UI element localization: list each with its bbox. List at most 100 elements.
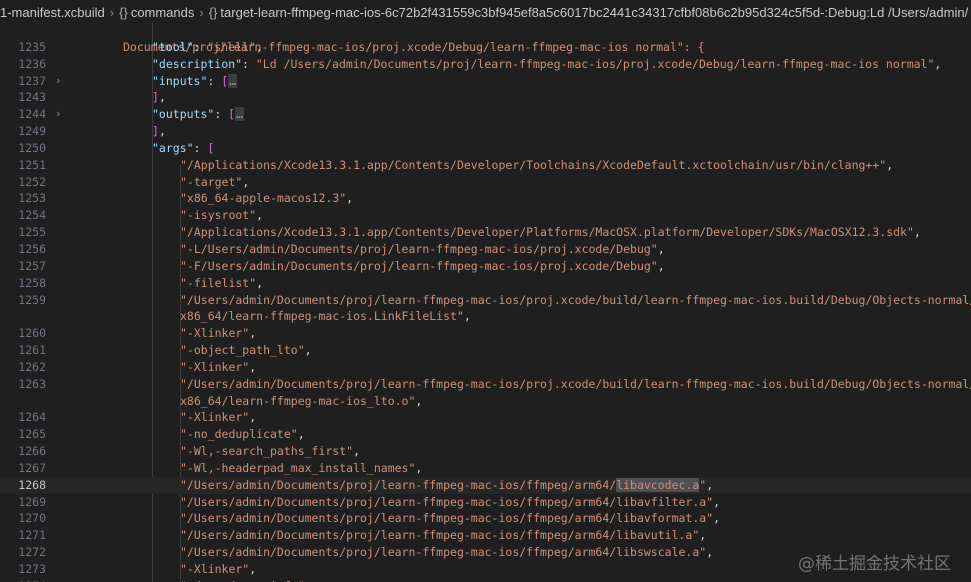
code-line: 1269 "/Users/admin/Documents/proj/learn-f…	[0, 494, 971, 511]
comma: ,	[706, 477, 714, 492]
line-content: ],	[152, 89, 166, 106]
chevron-right-icon[interactable]: ›	[55, 106, 62, 123]
comma: ,	[657, 258, 665, 273]
line-number: 1255	[18, 225, 46, 240]
colon: :	[193, 140, 208, 155]
line-number: 1262	[18, 359, 46, 374]
line-number: 1258	[18, 275, 46, 290]
code-line: 1237 › "inputs": […	[0, 73, 971, 90]
collapsed-ellipsis[interactable]: …	[228, 73, 238, 88]
line-number: 1259	[18, 292, 46, 307]
line-number: 1267	[18, 460, 46, 475]
object-icon: {}	[208, 5, 218, 20]
json-string: "/Users/admin/Documents/proj/learn-ffmpe…	[180, 376, 971, 391]
line-number: 1271	[18, 528, 46, 543]
line-content: "/Users/admin/Documents/proj/learn-ffmpe…	[180, 477, 713, 494]
line-number: 1243	[18, 90, 46, 105]
json-string: "/Users/admin/Documents/proj/learn-ffmpe…	[180, 545, 707, 560]
line-content: "x86_64-apple-macos12.3",	[180, 190, 353, 207]
line-content: "-no_deduplicate",	[180, 426, 305, 443]
line-number: 1250	[18, 140, 46, 155]
line-content: "/Users/admin/Documents/proj/learn-ffmpe…	[180, 494, 720, 511]
comma: ,	[706, 545, 714, 560]
line-number: 1249	[18, 124, 46, 139]
code-editor[interactable]: 1-manifest.xcbuild ›{} commands ›{} target-l…	[0, 0, 971, 582]
line-content: "-Wl,-headerpad_max_install_names",	[180, 460, 422, 477]
comma: ,	[713, 494, 721, 509]
json-string: "-filelist"	[180, 275, 257, 290]
line-content: "-L/Users/admin/Documents/proj/learn-ffm…	[180, 241, 665, 258]
comma: ,	[463, 309, 471, 324]
json-string: "Ld /Users/admin/Documents/proj/learn-ff…	[255, 56, 935, 71]
code-line: 1236 "description": "Ld /Users/admin/Docu…	[0, 56, 971, 73]
code-line: Documents/proj/learn-ffmpeg-mac-ios/proj…	[0, 22, 971, 54]
line-number: 1274	[0, 578, 46, 582]
line-content: "-object_path_lto",	[180, 342, 312, 359]
line-content: "/Users/admin/Documents/proj/learn-ffmpe…	[180, 292, 971, 309]
json-key: "tool"	[152, 39, 194, 54]
comma: ,	[158, 90, 166, 105]
json-string: "-Wl,-headerpad_max_install_names"	[180, 460, 416, 475]
json-key: "inputs"	[152, 73, 208, 88]
breadcrumb-commands[interactable]: commands	[131, 5, 195, 20]
line-number: 1235	[18, 39, 46, 54]
code-line: 1258 "-filelist",	[0, 275, 971, 292]
code-line: 1256 "-L/Users/admin/Documents/proj/learn…	[0, 241, 971, 258]
code-line: 1271 "/Users/admin/Documents/proj/learn-f…	[0, 527, 971, 544]
code-line: 1274 "-dependency_info",	[0, 578, 971, 582]
watermark: @稀土掘金技术社区	[798, 554, 951, 574]
line-number: 1266	[18, 444, 46, 459]
json-string: "-isysroot"	[180, 208, 257, 223]
line-content: "args": [	[152, 140, 214, 157]
line-content: "-target",	[180, 174, 249, 191]
code-line: 1262 "-Xlinker",	[0, 359, 971, 376]
comma: ,	[304, 343, 312, 358]
comma: ,	[249, 359, 257, 374]
code-line: 1252 "-target",	[0, 174, 971, 191]
chevron-right-icon[interactable]: ›	[55, 73, 62, 90]
comma: ,	[256, 275, 264, 290]
json-string: x86_64/learn-ffmpeg-mac-ios_lto.o"	[180, 393, 416, 408]
json-string: "/Applications/Xcode13.3.1.app/Contents/…	[180, 225, 914, 240]
json-string: "-Wl,-search_paths_first"	[180, 444, 354, 459]
code-line: 1260 "-Xlinker",	[0, 325, 971, 342]
code-line: 1268 "/Users/admin/Documents/proj/learn-f…	[0, 476, 971, 494]
code-line: 1261 "-object_path_lto",	[0, 342, 971, 359]
line-number: 1265	[18, 427, 46, 442]
code-line: 1251 "/Applications/Xcode13.3.1.app/Conte…	[0, 157, 971, 174]
comma: ,	[415, 393, 423, 408]
comma: ,	[886, 157, 894, 172]
code-area[interactable]: Documents/proj/learn-ffmpeg-mac-ios/proj…	[0, 22, 971, 582]
code-line: 1265 "-no_deduplicate",	[0, 426, 971, 443]
line-content: "-Wl,-search_paths_first",	[180, 443, 360, 460]
code-line: 1250 "args": [	[0, 140, 971, 157]
comma: ,	[249, 562, 257, 576]
line-content: "/Applications/Xcode13.3.1.app/Contents/…	[180, 157, 893, 174]
json-string: "-F/Users/admin/Documents/proj/learn-ffm…	[180, 258, 658, 273]
object-icon: {}	[119, 5, 128, 20]
wrapped-line: x86_64/learn-ffmpeg-mac-ios.LinkFileList…	[0, 308, 971, 325]
comma: ,	[249, 326, 257, 341]
line-number: 1269	[18, 494, 46, 509]
bracket: [	[207, 140, 215, 155]
json-string: "-Xlinker"	[180, 359, 250, 374]
collapsed-ellipsis[interactable]: …	[235, 107, 245, 122]
json-string: x86_64/learn-ffmpeg-mac-ios.LinkFileList…	[180, 309, 464, 324]
json-string: "x86_64-apple-macos12.3"	[180, 191, 347, 206]
breadcrumb-file[interactable]: 1-manifest.xcbuild	[0, 5, 105, 20]
line-number: 1237	[18, 73, 46, 88]
comma: ,	[657, 241, 665, 256]
line-content: x86_64/learn-ffmpeg-mac-ios_lto.o",	[180, 393, 422, 410]
code-line: 1235 "tool": "shell",	[0, 39, 971, 56]
line-content: "-dependency_info",	[180, 578, 312, 582]
json-string: "shell"	[207, 39, 256, 54]
comma: ,	[297, 427, 305, 442]
wrapped-line: x86_64/learn-ffmpeg-mac-ios_lto.o",	[0, 393, 971, 410]
code-line: 1257 "-F/Users/admin/Documents/proj/learn…	[0, 258, 971, 275]
line-content: "-F/Users/admin/Documents/proj/learn-ffm…	[180, 258, 665, 275]
code-line: 1254 "-isysroot",	[0, 207, 971, 224]
breadcrumb-target[interactable]: target-learn-ffmpeg-mac-ios-6c72b2f43155…	[220, 5, 968, 20]
line-content: "inputs": […	[152, 73, 238, 90]
line-content: "-Xlinker",	[180, 561, 256, 578]
line-content: "description": "Ld /Users/admin/Document…	[152, 56, 941, 73]
